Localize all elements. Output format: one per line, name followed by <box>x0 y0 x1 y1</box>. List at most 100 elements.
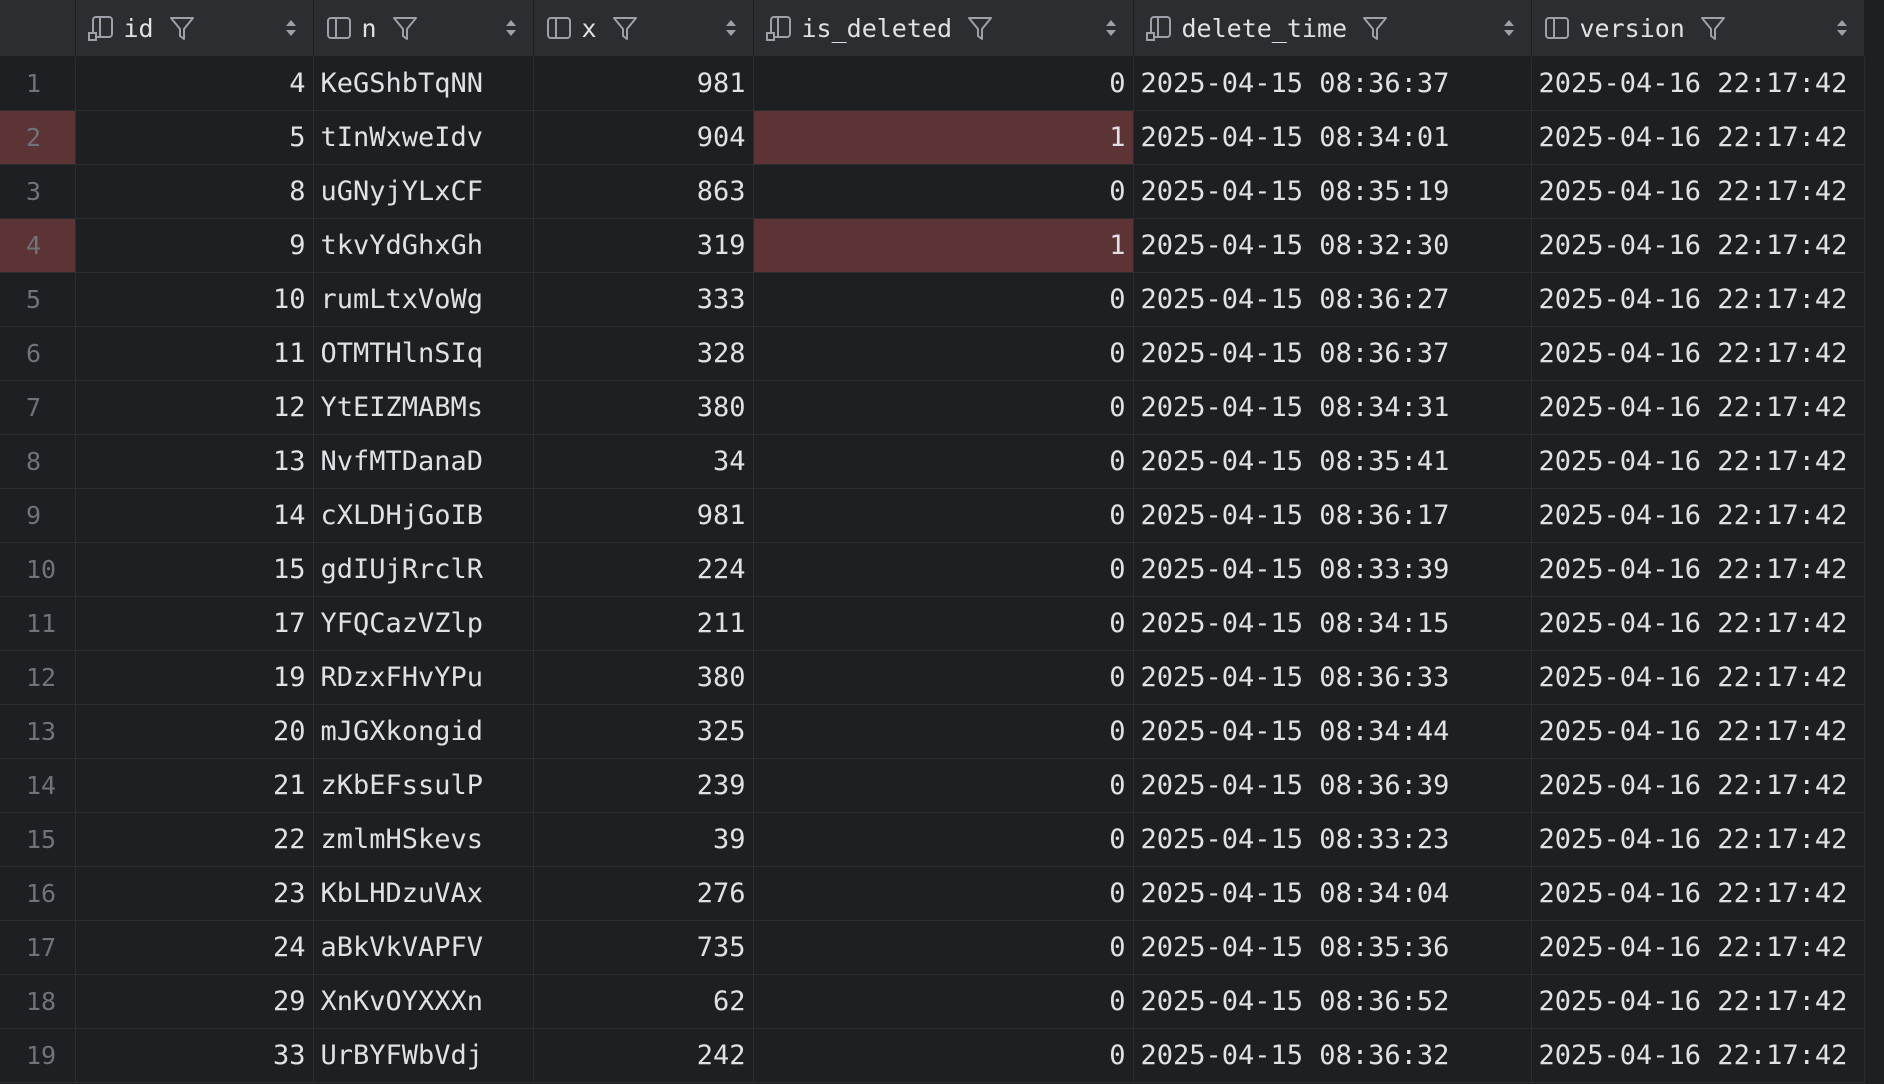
row-number[interactable]: 13 <box>0 704 76 759</box>
sort-icon[interactable] <box>283 17 299 39</box>
cell-id[interactable]: 9 <box>75 218 314 273</box>
column-header-is-deleted[interactable]: is_deleted <box>753 0 1134 57</box>
cell-id[interactable]: 14 <box>75 488 314 543</box>
cell-version[interactable]: 2025-04-16 22:17:42 <box>1531 434 1865 489</box>
cell-x[interactable]: 333 <box>533 272 754 327</box>
cell-n[interactable]: KbLHDzuVAx <box>313 866 534 921</box>
row-number[interactable]: 10 <box>0 542 76 597</box>
cell-x[interactable]: 981 <box>533 56 754 111</box>
cell-id[interactable]: 10 <box>75 272 314 327</box>
filter-icon[interactable] <box>1699 14 1727 42</box>
cell-x[interactable]: 39 <box>533 812 754 867</box>
cell-id[interactable]: 5 <box>75 110 314 165</box>
cell-is-deleted[interactable]: 0 <box>753 434 1134 489</box>
cell-delete-time[interactable]: 2025-04-15 08:36:17 <box>1133 488 1532 543</box>
table-row[interactable]: 14 21 zKbEFssulP 239 0 2025-04-15 08:36:39 202… <box>0 758 1865 813</box>
cell-delete-time[interactable]: 2025-04-15 08:36:27 <box>1133 272 1532 327</box>
table-row[interactable]: 18 29 XnKvOYXXXn 62 0 2025-04-15 08:36:52 2025… <box>0 974 1865 1029</box>
cell-is-deleted[interactable]: 0 <box>753 650 1134 705</box>
table-row[interactable]: 16 23 KbLHDzuVAx 276 0 2025-04-15 08:34:04 202… <box>0 866 1865 921</box>
cell-is-deleted[interactable]: 0 <box>753 596 1134 651</box>
row-number[interactable]: 8 <box>0 434 76 489</box>
cell-version[interactable]: 2025-04-16 22:17:42 <box>1531 974 1865 1029</box>
cell-n[interactable]: rumLtxVoWg <box>313 272 534 327</box>
cell-delete-time[interactable]: 2025-04-15 08:35:41 <box>1133 434 1532 489</box>
column-header-n[interactable]: n <box>313 0 534 57</box>
cell-delete-time[interactable]: 2025-04-15 08:34:15 <box>1133 596 1532 651</box>
table-row[interactable]: 15 22 zmlmHSkevs 39 0 2025-04-15 08:33:23 2025… <box>0 812 1865 867</box>
cell-delete-time[interactable]: 2025-04-15 08:36:33 <box>1133 650 1532 705</box>
cell-x[interactable]: 325 <box>533 704 754 759</box>
cell-n[interactable]: UrBYFWbVdj <box>313 1028 534 1083</box>
cell-id[interactable]: 11 <box>75 326 314 381</box>
cell-version[interactable]: 2025-04-16 22:17:42 <box>1531 272 1865 327</box>
cell-is-deleted[interactable]: 0 <box>753 1028 1134 1083</box>
cell-is-deleted[interactable]: 0 <box>753 812 1134 867</box>
cell-n[interactable]: mJGXkongid <box>313 704 534 759</box>
cell-delete-time[interactable]: 2025-04-15 08:34:31 <box>1133 380 1532 435</box>
cell-id[interactable]: 17 <box>75 596 314 651</box>
cell-n[interactable]: YFQCazVZlp <box>313 596 534 651</box>
cell-delete-time[interactable]: 2025-04-15 08:33:23 <box>1133 812 1532 867</box>
filter-icon[interactable] <box>168 14 196 42</box>
cell-version[interactable]: 2025-04-16 22:17:42 <box>1531 218 1865 273</box>
cell-x[interactable]: 242 <box>533 1028 754 1083</box>
table-row[interactable]: 3 8 uGNyjYLxCF 863 0 2025-04-15 08:35:19 2025-… <box>0 164 1865 219</box>
row-number[interactable]: 3 <box>0 164 76 219</box>
cell-n[interactable]: NvfMTDanaD <box>313 434 534 489</box>
cell-version[interactable]: 2025-04-16 22:17:42 <box>1531 488 1865 543</box>
cell-version[interactable]: 2025-04-16 22:17:42 <box>1531 164 1865 219</box>
table-row[interactable]: 9 14 cXLDHjGoIB 981 0 2025-04-15 08:36:17 2025… <box>0 488 1865 543</box>
filter-icon[interactable] <box>391 14 419 42</box>
cell-id[interactable]: 20 <box>75 704 314 759</box>
cell-x[interactable]: 62 <box>533 974 754 1029</box>
cell-version[interactable]: 2025-04-16 22:17:42 <box>1531 1028 1865 1083</box>
column-header-version[interactable]: version <box>1531 0 1865 57</box>
row-number[interactable]: 12 <box>0 650 76 705</box>
cell-n[interactable]: zKbEFssulP <box>313 758 534 813</box>
cell-delete-time[interactable]: 2025-04-15 08:34:44 <box>1133 704 1532 759</box>
cell-n[interactable]: zmlmHSkevs <box>313 812 534 867</box>
cell-is-deleted[interactable]: 0 <box>753 920 1134 975</box>
cell-version[interactable]: 2025-04-16 22:17:42 <box>1531 812 1865 867</box>
cell-is-deleted[interactable]: 1 <box>753 218 1134 273</box>
table-row[interactable]: 1 4 KeGShbTqNN 981 0 2025-04-15 08:36:37 2025-… <box>0 56 1865 111</box>
cell-is-deleted[interactable]: 1 <box>753 110 1134 165</box>
table-row[interactable]: 5 10 rumLtxVoWg 333 0 2025-04-15 08:36:27 2025… <box>0 272 1865 327</box>
cell-delete-time[interactable]: 2025-04-15 08:35:19 <box>1133 164 1532 219</box>
cell-x[interactable]: 276 <box>533 866 754 921</box>
row-number[interactable]: 4 <box>0 218 76 273</box>
column-header-delete-time[interactable]: delete_time <box>1133 0 1532 57</box>
table-row[interactable]: 2 5 tInWxweIdv 904 1 2025-04-15 08:34:01 2025-… <box>0 110 1865 165</box>
cell-n[interactable]: KeGShbTqNN <box>313 56 534 111</box>
sort-icon[interactable] <box>1501 17 1517 39</box>
cell-x[interactable]: 380 <box>533 650 754 705</box>
cell-delete-time[interactable]: 2025-04-15 08:35:36 <box>1133 920 1532 975</box>
cell-delete-time[interactable]: 2025-04-15 08:36:39 <box>1133 758 1532 813</box>
cell-id[interactable]: 23 <box>75 866 314 921</box>
cell-x[interactable]: 224 <box>533 542 754 597</box>
cell-delete-time[interactable]: 2025-04-15 08:36:32 <box>1133 1028 1532 1083</box>
cell-n[interactable]: XnKvOYXXXn <box>313 974 534 1029</box>
cell-is-deleted[interactable]: 0 <box>753 380 1134 435</box>
row-number[interactable]: 7 <box>0 380 76 435</box>
cell-is-deleted[interactable]: 0 <box>753 974 1134 1029</box>
cell-version[interactable]: 2025-04-16 22:17:42 <box>1531 596 1865 651</box>
column-header-x[interactable]: x <box>533 0 754 57</box>
cell-id[interactable]: 33 <box>75 1028 314 1083</box>
cell-delete-time[interactable]: 2025-04-15 08:36:52 <box>1133 974 1532 1029</box>
cell-id[interactable]: 4 <box>75 56 314 111</box>
cell-x[interactable]: 328 <box>533 326 754 381</box>
cell-version[interactable]: 2025-04-16 22:17:42 <box>1531 704 1865 759</box>
cell-id[interactable]: 21 <box>75 758 314 813</box>
cell-x[interactable]: 319 <box>533 218 754 273</box>
sort-icon[interactable] <box>1834 17 1850 39</box>
row-number[interactable]: 16 <box>0 866 76 921</box>
cell-is-deleted[interactable]: 0 <box>753 272 1134 327</box>
table-row[interactable]: 13 20 mJGXkongid 325 0 2025-04-15 08:34:44 202… <box>0 704 1865 759</box>
cell-delete-time[interactable]: 2025-04-15 08:36:37 <box>1133 56 1532 111</box>
cell-x[interactable]: 380 <box>533 380 754 435</box>
cell-is-deleted[interactable]: 0 <box>753 866 1134 921</box>
cell-is-deleted[interactable]: 0 <box>753 164 1134 219</box>
filter-icon[interactable] <box>1361 14 1389 42</box>
